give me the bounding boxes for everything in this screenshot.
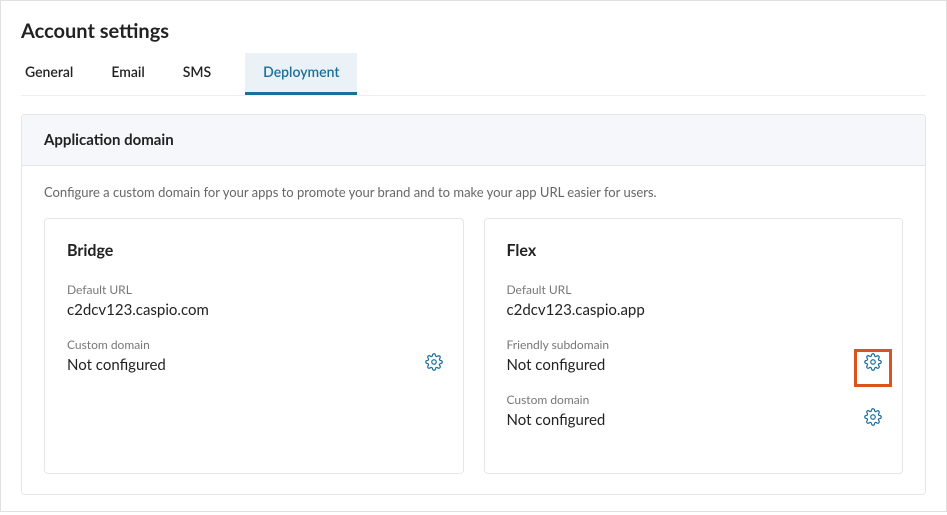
tab-general[interactable]: General bbox=[21, 53, 77, 95]
flex-custom-domain-value: Not configured bbox=[507, 411, 881, 429]
page-title: Account settings bbox=[21, 19, 926, 43]
gear-icon bbox=[864, 353, 882, 375]
flex-default-url-label: Default URL bbox=[507, 282, 881, 297]
flex-friendly-subdomain: Friendly subdomain Not configured bbox=[507, 337, 881, 374]
panel-description: Configure a custom domain for your apps … bbox=[44, 184, 903, 200]
flex-friendly-subdomain-label: Friendly subdomain bbox=[507, 337, 881, 352]
flex-friendly-subdomain-settings-button[interactable] bbox=[862, 353, 884, 375]
flex-custom-domain-label: Custom domain bbox=[507, 392, 881, 407]
flex-title: Flex bbox=[507, 241, 881, 260]
tabs: General Email SMS Deployment bbox=[21, 53, 926, 96]
gear-icon bbox=[425, 353, 443, 375]
bridge-card: Bridge Default URL c2dcv123.caspio.com C… bbox=[44, 218, 464, 474]
flex-custom-domain: Custom domain Not configured bbox=[507, 392, 881, 429]
bridge-default-url-label: Default URL bbox=[67, 282, 441, 297]
flex-default-url-value: c2dcv123.caspio.app bbox=[507, 301, 881, 319]
bridge-custom-domain-label: Custom domain bbox=[67, 337, 441, 352]
tab-email[interactable]: Email bbox=[107, 53, 148, 95]
flex-default-url: Default URL c2dcv123.caspio.app bbox=[507, 282, 881, 319]
application-domain-panel: Application domain Configure a custom do… bbox=[21, 114, 926, 495]
flex-card: Flex Default URL c2dcv123.caspio.app Fri… bbox=[484, 218, 904, 474]
bridge-custom-domain-settings-button[interactable] bbox=[423, 353, 445, 375]
tab-sms[interactable]: SMS bbox=[179, 53, 215, 95]
bridge-custom-domain: Custom domain Not configured bbox=[67, 337, 441, 374]
gear-icon bbox=[864, 408, 882, 430]
flex-friendly-subdomain-value: Not configured bbox=[507, 356, 881, 374]
bridge-custom-domain-value: Not configured bbox=[67, 356, 441, 374]
bridge-default-url: Default URL c2dcv123.caspio.com bbox=[67, 282, 441, 319]
flex-custom-domain-settings-button[interactable] bbox=[862, 408, 884, 430]
panel-title: Application domain bbox=[22, 115, 925, 166]
tab-deployment[interactable]: Deployment bbox=[245, 53, 357, 95]
bridge-default-url-value: c2dcv123.caspio.com bbox=[67, 301, 441, 319]
bridge-title: Bridge bbox=[67, 241, 441, 260]
